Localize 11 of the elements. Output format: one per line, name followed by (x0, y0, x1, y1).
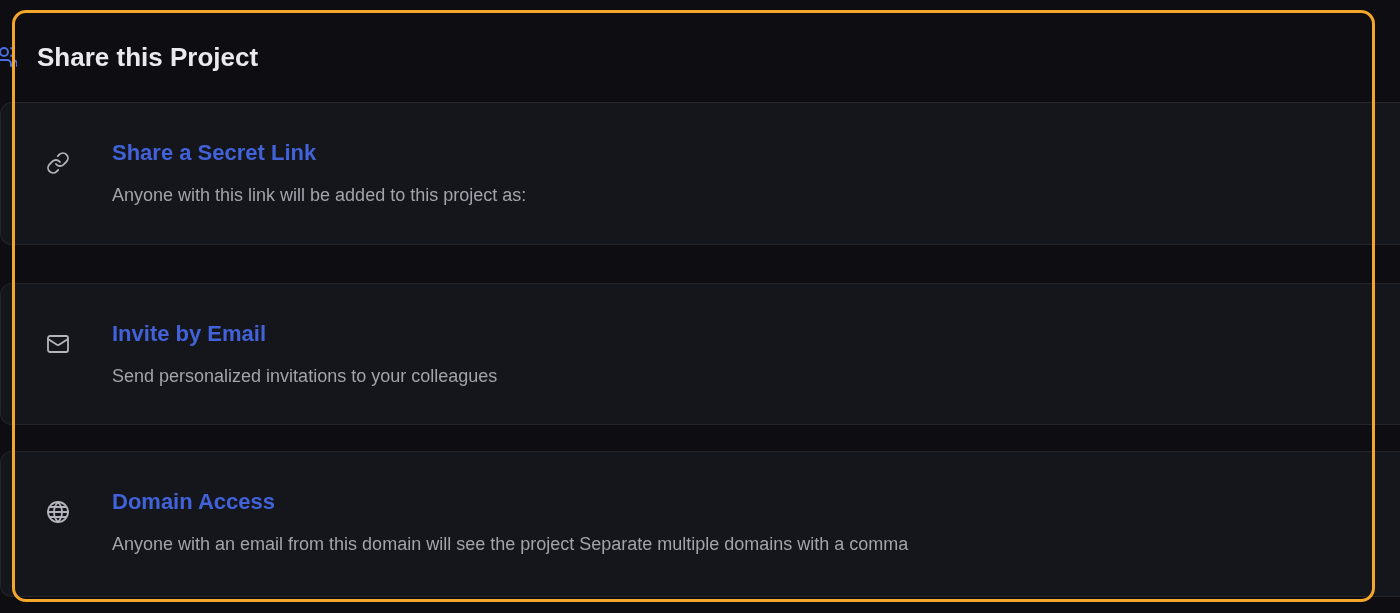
dialog-title: Share this Project (37, 41, 259, 73)
users-icon (0, 46, 17, 68)
option-card[interactable]: Invite by Email Send personalized invitations to your colleagues (0, 283, 1400, 425)
option-card[interactable]: Share a Secret Link Anyone with this link will be added to this project as: (0, 102, 1400, 245)
envelope-icon (46, 332, 70, 356)
link-icon (46, 151, 70, 175)
option-description: Send personalized invitations to your colleagues (112, 365, 498, 388)
option-description: Anyone with an email from this domain will see the project Separate multiple domains with a comma (112, 533, 909, 556)
option-description: Anyone with this link will be added to this project as: (112, 184, 527, 207)
option-card[interactable]: Domain Access Anyone with an email from this domain will see the project Separate multiple domains with a comma (0, 451, 1400, 597)
globe-icon (46, 500, 70, 524)
